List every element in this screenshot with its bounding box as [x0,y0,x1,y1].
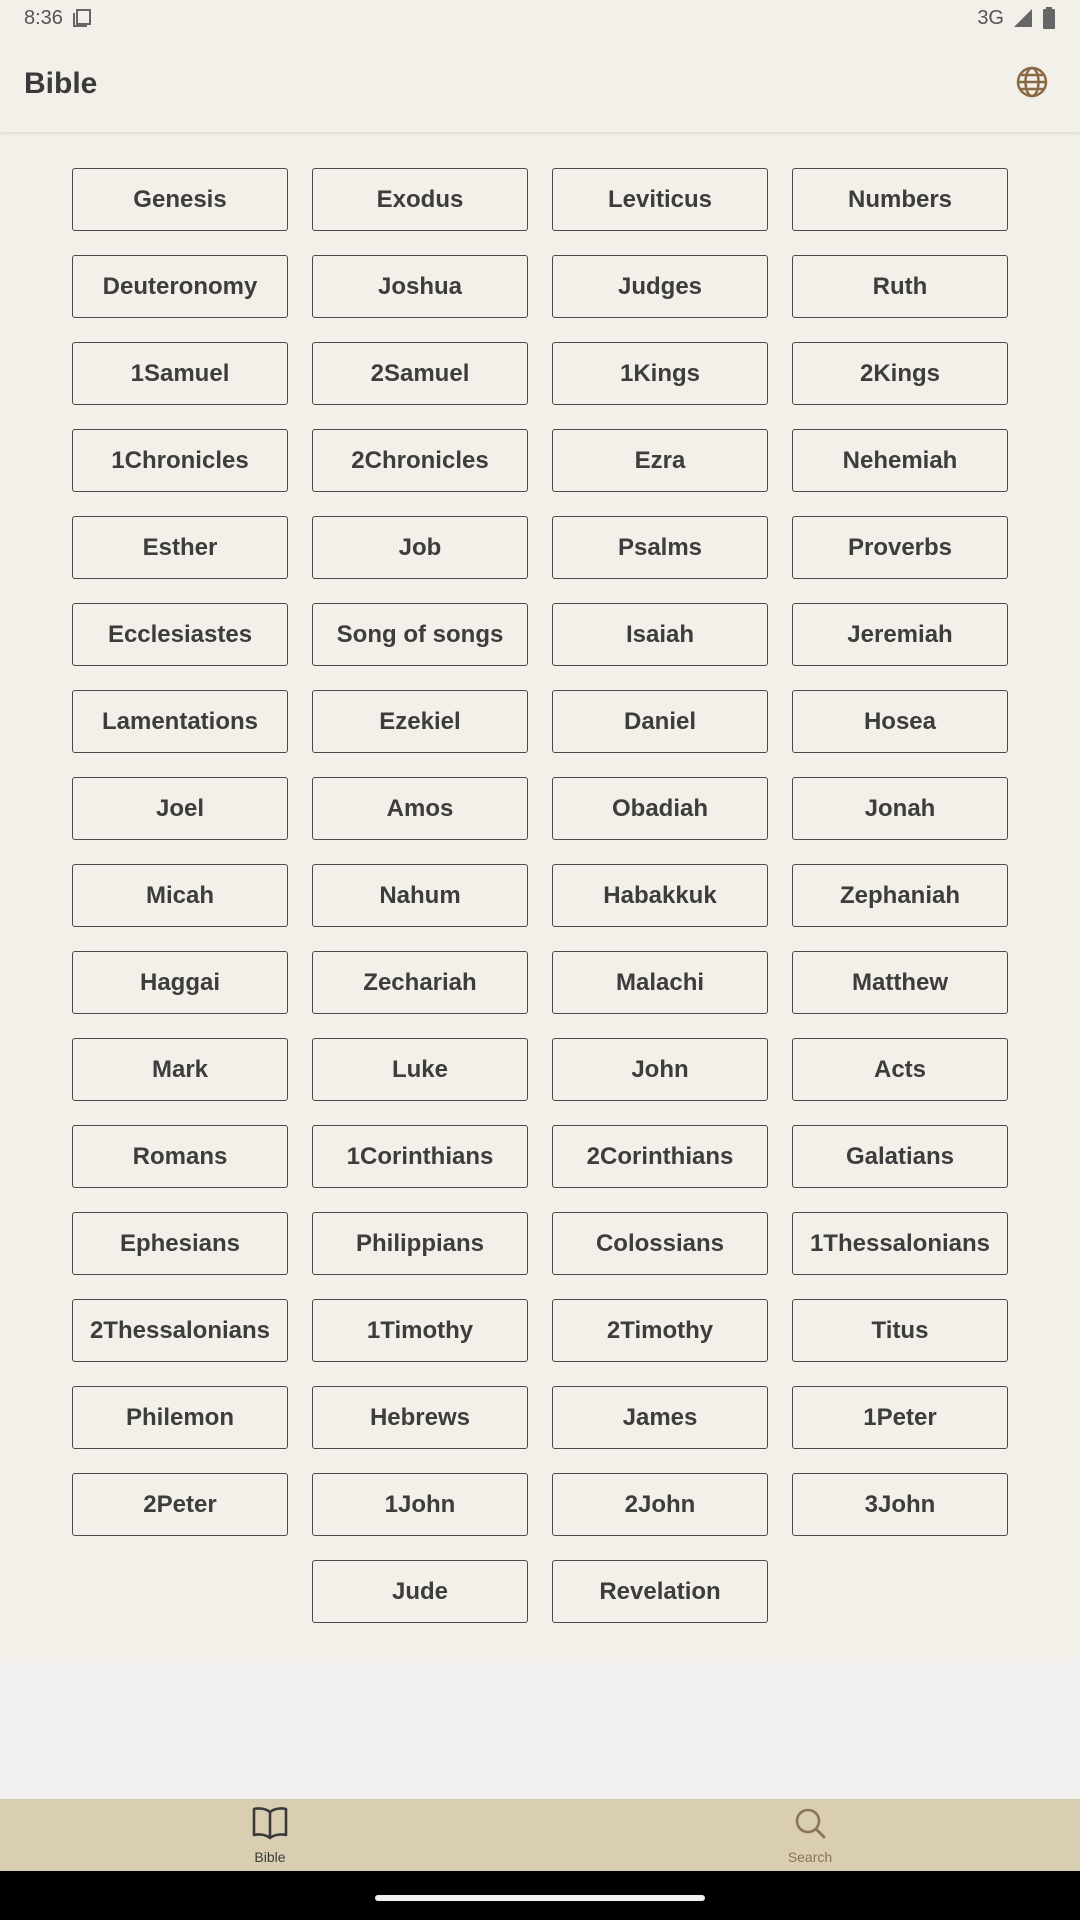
book-open-icon [251,1806,289,1845]
status-left: 8:36 [24,7,93,30]
book-button[interactable]: Esther [72,516,288,579]
search-icon [792,1806,828,1845]
book-button[interactable]: 2John [552,1473,768,1536]
book-button[interactable]: Luke [312,1038,528,1101]
book-button[interactable]: Philippians [312,1212,528,1275]
book-button[interactable]: Hebrews [312,1386,528,1449]
book-button[interactable]: Habakkuk [552,864,768,927]
book-button[interactable]: Micah [72,864,288,927]
book-button[interactable]: Haggai [72,951,288,1014]
book-button[interactable]: Nahum [312,864,528,927]
book-button[interactable]: Psalms [552,516,768,579]
book-button[interactable]: Numbers [792,168,1008,231]
book-button[interactable]: Matthew [792,951,1008,1014]
book-button[interactable]: Amos [312,777,528,840]
language-button[interactable] [1008,60,1056,108]
battery-icon [1042,7,1056,29]
network-type: 3G [977,6,1004,29]
book-button[interactable]: 2Thessalonians [72,1299,288,1362]
status-time: 8:36 [24,6,63,29]
book-button[interactable]: 1Peter [792,1386,1008,1449]
book-button[interactable]: Mark [72,1038,288,1101]
nav-label-search: Search [787,1848,833,1865]
app-bar: Bible [0,36,1080,132]
book-button[interactable]: Jude [312,1560,528,1623]
system-gesture-bar [0,1871,1080,1920]
screen: 8:36 3G Bible Genesis Exodus Leviticus N… [0,0,1080,1920]
book-button[interactable]: Joshua [312,255,528,318]
book-button[interactable]: Galatians [792,1125,1008,1188]
book-button[interactable]: Romans [72,1125,288,1188]
book-button[interactable]: Ecclesiastes [72,603,288,666]
book-button[interactable]: Deuteronomy [72,255,288,318]
book-button[interactable]: 2Kings [792,342,1008,405]
book-button[interactable]: Obadiah [552,777,768,840]
book-button[interactable]: Acts [792,1038,1008,1101]
book-button[interactable]: 1Corinthians [312,1125,528,1188]
book-button[interactable]: Jonah [792,777,1008,840]
book-button[interactable]: 1Samuel [72,342,288,405]
nav-item-search[interactable]: Search [540,1799,1080,1871]
book-grid: Genesis Exodus Leviticus Numbers Deutero… [72,168,1008,1623]
book-button[interactable]: Daniel [552,690,768,753]
book-button[interactable]: Judges [552,255,768,318]
book-button[interactable]: Isaiah [552,603,768,666]
book-button[interactable]: Titus [792,1299,1008,1362]
book-button[interactable]: Zechariah [312,951,528,1014]
book-button[interactable]: Joel [72,777,288,840]
book-button[interactable]: 2Timothy [552,1299,768,1362]
status-bar: 8:36 3G [0,0,1080,36]
screenshot-notification-icon [71,7,93,29]
book-button[interactable]: Genesis [72,168,288,231]
book-button[interactable]: John [552,1038,768,1101]
home-gesture-handle[interactable] [375,1895,705,1901]
book-button[interactable]: 1John [312,1473,528,1536]
book-button[interactable]: James [552,1386,768,1449]
book-button[interactable]: 2Chronicles [312,429,528,492]
book-button[interactable]: Leviticus [552,168,768,231]
book-button[interactable]: 1Chronicles [72,429,288,492]
book-button[interactable]: Exodus [312,168,528,231]
page-title: Bible [24,67,98,100]
book-button[interactable]: 2Samuel [312,342,528,405]
nav-label-bible: Bible [254,1848,286,1865]
book-button[interactable]: 2Peter [72,1473,288,1536]
book-button[interactable]: Song of songs [312,603,528,666]
book-button[interactable]: Ephesians [72,1212,288,1275]
book-button[interactable]: 2Corinthians [552,1125,768,1188]
globe-icon [1015,65,1049,104]
book-button[interactable]: 3John [792,1473,1008,1536]
book-button[interactable]: Proverbs [792,516,1008,579]
signal-icon [1012,7,1034,29]
book-button[interactable]: Philemon [72,1386,288,1449]
book-button[interactable]: Malachi [552,951,768,1014]
book-button[interactable]: 1Kings [552,342,768,405]
book-button[interactable]: Revelation [552,1560,768,1623]
book-button[interactable]: Job [312,516,528,579]
bottom-navigation: Bible Search [0,1799,1080,1871]
book-button[interactable]: Colossians [552,1212,768,1275]
status-right: 3G [977,7,1056,30]
book-button[interactable]: Jeremiah [792,603,1008,666]
book-button[interactable]: 1Thessalonians [792,1212,1008,1275]
book-button[interactable]: Ezra [552,429,768,492]
book-button[interactable]: Zephaniah [792,864,1008,927]
book-button[interactable]: Nehemiah [792,429,1008,492]
nav-item-bible[interactable]: Bible [0,1799,540,1871]
book-button[interactable]: Ruth [792,255,1008,318]
book-button[interactable]: Hosea [792,690,1008,753]
book-list: Genesis Exodus Leviticus Numbers Deutero… [0,132,1080,1658]
book-button[interactable]: Lamentations [72,690,288,753]
book-button[interactable]: Ezekiel [312,690,528,753]
book-button[interactable]: 1Timothy [312,1299,528,1362]
